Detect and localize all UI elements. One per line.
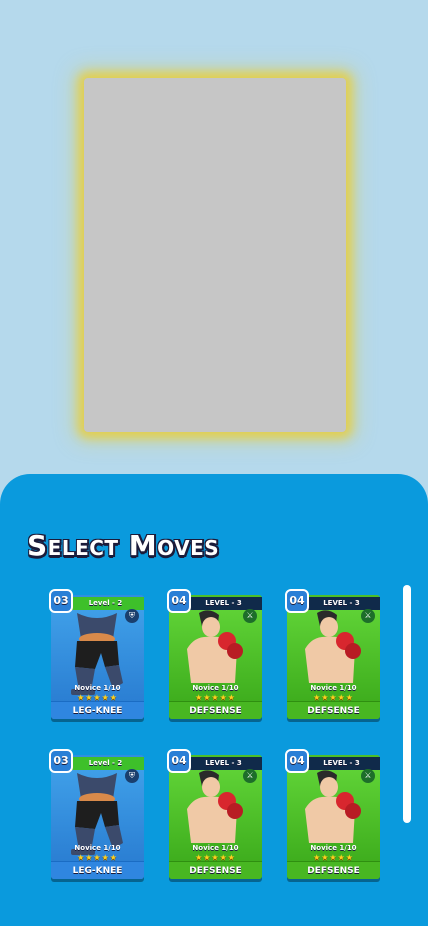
card-cost: 03 — [49, 749, 73, 773]
sword-icon: ⚔ — [361, 609, 375, 623]
card-cost: 03 — [49, 589, 73, 613]
move-card-leg-knee[interactable]: Novice 1/10 ★★★★★ LEG-KNEE Level - 2 03 … — [49, 749, 144, 879]
shield-icon: ⛨ — [125, 609, 139, 623]
scrollbar[interactable] — [403, 585, 411, 823]
card-cost: 04 — [285, 749, 309, 773]
move-card-leg-knee[interactable]: Novice 1/10 ★★★★★ LEG-KNEE Level - 2 03 … — [49, 589, 144, 719]
sword-icon: ⚔ — [361, 769, 375, 783]
move-card-defsense[interactable]: Novice 1/10 ★★★★★ DEFSENSE LEVEL - 3 04 … — [167, 749, 262, 879]
card-rank: Novice 1/10 — [310, 684, 357, 692]
card-cost: 04 — [167, 589, 191, 613]
panel-title: Select Moves — [27, 529, 220, 562]
card-cost: 04 — [167, 749, 191, 773]
sword-icon: ⚔ — [243, 769, 257, 783]
character-preview-frame — [84, 78, 346, 432]
move-card-defsense[interactable]: Novice 1/10 ★★★★★ DEFSENSE LEVEL - 3 04 … — [285, 749, 380, 879]
move-card-defsense[interactable]: Novice 1/10 ★★★★★ DEFSENSE LEVEL - 3 04 … — [285, 589, 380, 719]
shield-icon: ⛨ — [125, 769, 139, 783]
card-rank: Novice 1/10 — [310, 844, 357, 852]
card-cost: 04 — [285, 589, 309, 613]
card-name: LEG-KNEE — [51, 861, 144, 879]
card-name: DEFSENSE — [169, 701, 262, 719]
card-name: DEFSENSE — [169, 861, 262, 879]
card-rank: Novice 1/10 — [74, 684, 121, 692]
move-card-defsense[interactable]: Novice 1/10 ★★★★★ DEFSENSE LEVEL - 3 04 … — [167, 589, 262, 719]
card-rank: Novice 1/10 — [74, 844, 121, 852]
card-rank: Novice 1/10 — [192, 684, 239, 692]
card-name: LEG-KNEE — [51, 701, 144, 719]
card-rank: Novice 1/10 — [192, 844, 239, 852]
card-name: DEFSENSE — [287, 861, 380, 879]
sword-icon: ⚔ — [243, 609, 257, 623]
card-name: DEFSENSE — [287, 701, 380, 719]
